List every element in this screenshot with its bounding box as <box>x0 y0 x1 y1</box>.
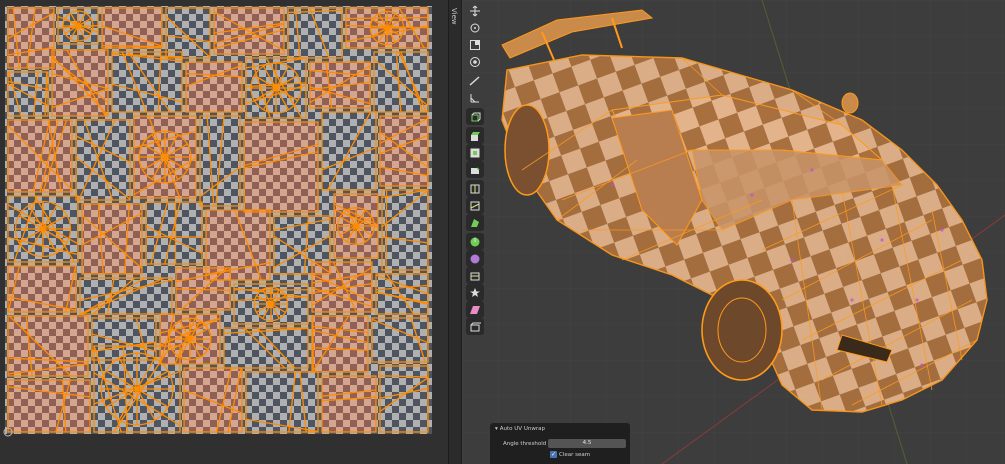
chevron-down-icon[interactable]: ▾ <box>495 426 498 432</box>
tool-move-button[interactable] <box>466 2 484 19</box>
tool-knife-button[interactable] <box>466 197 484 214</box>
tool-scale-button[interactable] <box>466 36 484 53</box>
tool-transform-button[interactable] <box>466 53 484 70</box>
poly-build-icon <box>471 218 479 227</box>
tool-poly-build-button[interactable] <box>466 214 484 231</box>
blender-window: View ▾ Auto UV Unwrap Angle threshold 4.… <box>0 0 1005 464</box>
loop-cut-icon <box>470 184 480 193</box>
tool-measure-button[interactable] <box>466 89 484 106</box>
tool-shear-button[interactable] <box>466 301 484 318</box>
tool-spin-button[interactable] <box>466 233 484 250</box>
bevel-icon <box>471 166 480 174</box>
angle-threshold-label: Angle threshold <box>503 441 547 447</box>
view-tab-label[interactable]: View <box>450 8 458 25</box>
clear-seam-option[interactable]: ✓ Clear seam <box>550 451 590 458</box>
panel-header[interactable]: ▾ Auto UV Unwrap <box>495 426 545 432</box>
smooth-icon <box>470 254 480 263</box>
tool-edge-slide-button[interactable] <box>466 267 484 284</box>
knife-icon <box>470 201 480 210</box>
measure-icon <box>470 93 479 102</box>
tool-rip-region-button[interactable] <box>466 318 484 335</box>
shrink-fatten-icon <box>470 287 480 297</box>
shear-icon <box>470 305 480 314</box>
tool-shrink-fatten-button[interactable] <box>466 284 484 301</box>
3d-viewport[interactable] <box>462 0 1005 464</box>
spin-icon <box>470 237 480 246</box>
uv-editor[interactable] <box>0 0 448 464</box>
transform-icon <box>470 56 480 67</box>
edge-slide-icon <box>470 272 480 280</box>
auto-uv-unwrap-panel[interactable]: ▾ Auto UV Unwrap Angle threshold 4.5 ✓ C… <box>490 423 630 464</box>
tool-shelf <box>466 0 484 340</box>
tool-smooth-button[interactable] <box>466 250 484 267</box>
angle-threshold-field[interactable]: 4.5 <box>548 439 626 448</box>
clear-seam-checkbox[interactable]: ✓ <box>550 451 557 458</box>
clear-seam-label: Clear seam <box>559 451 591 458</box>
add-cube-icon <box>471 112 481 121</box>
annotate-icon <box>469 75 480 86</box>
move-icon <box>470 5 480 16</box>
tool-inset-faces-button[interactable] <box>466 144 484 161</box>
tool-extrude-region-button[interactable] <box>466 127 484 144</box>
tool-add-cube-button[interactable] <box>466 108 484 125</box>
tool-bevel-button[interactable] <box>466 161 484 178</box>
tool-rotate-button[interactable] <box>466 19 484 36</box>
inset-faces-icon <box>470 148 480 157</box>
rotate-icon <box>470 23 480 32</box>
tool-annotate-button[interactable] <box>466 72 484 89</box>
viewport-canvas[interactable] <box>462 0 1005 464</box>
scale-icon <box>470 39 480 50</box>
rip-region-icon <box>470 322 481 331</box>
panel-title: Auto UV Unwrap <box>499 426 545 432</box>
uv-canvas[interactable] <box>0 0 448 464</box>
view-sidebar-tab[interactable]: View <box>448 0 462 464</box>
extrude-region-icon <box>471 131 480 141</box>
tool-loop-cut-button[interactable] <box>466 180 484 197</box>
